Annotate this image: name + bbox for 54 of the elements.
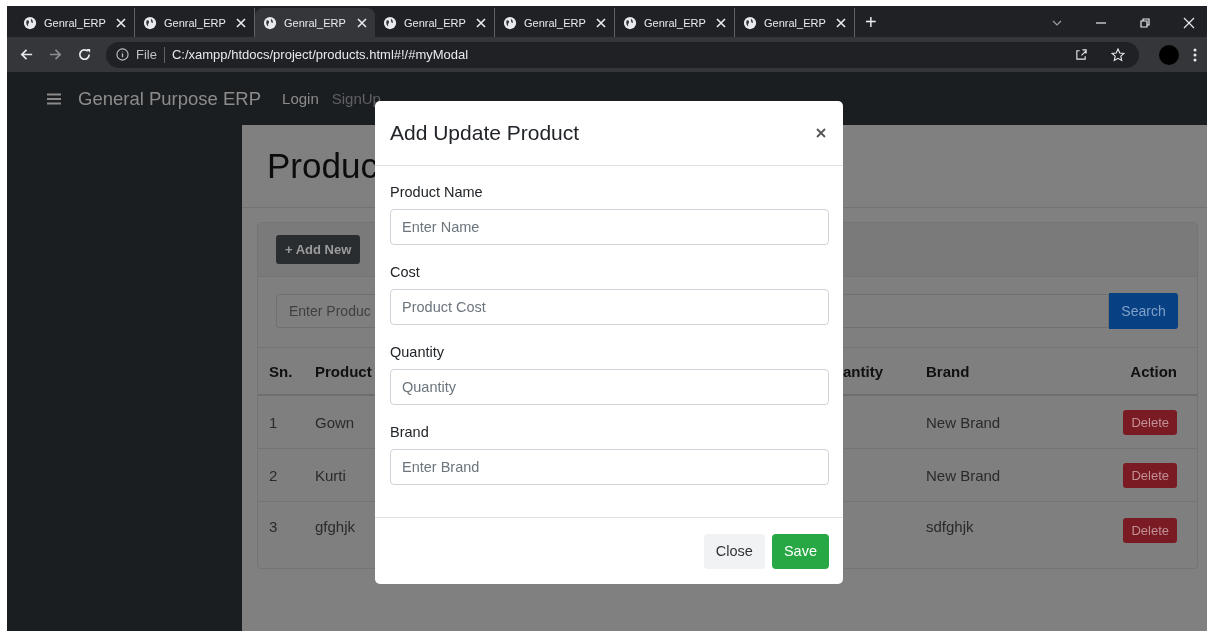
globe-icon [263, 15, 277, 30]
column-header: Sn. [269, 362, 293, 380]
table-cell: gfghjk [315, 518, 356, 535]
field-label: Brand [390, 424, 430, 440]
menu-icon[interactable] [47, 92, 61, 105]
delete-button[interactable]: Delete [1123, 409, 1177, 435]
nav-link[interactable]: Login [282, 90, 319, 107]
globe-icon [23, 15, 37, 30]
add-new-button[interactable]: + Add New [276, 235, 361, 264]
input-field[interactable]: Enter Name [390, 209, 829, 245]
menu-dots-icon[interactable] [1193, 47, 1197, 62]
table-cell: New Brand [926, 466, 1001, 484]
field-label: Quantity [390, 344, 445, 360]
field-label: Cost [390, 264, 421, 280]
globe-icon [383, 15, 397, 30]
close-button[interactable]: Close [703, 533, 765, 569]
table-cell: sdfghjk [926, 518, 974, 535]
globe-icon [503, 15, 517, 30]
modal-title: Add Update Product [390, 121, 580, 145]
star-icon[interactable] [1111, 47, 1125, 62]
scheme-label: File [136, 47, 157, 62]
browser-tab[interactable]: Genral_ERP [255, 8, 375, 37]
new-tab-button[interactable]: + [855, 8, 887, 37]
input-field[interactable]: Enter Brand [390, 449, 829, 485]
column-header: Product [315, 362, 372, 380]
table-cell: New Brand [926, 413, 1001, 431]
brand-title[interactable]: General Purpose ERP [78, 87, 262, 110]
reload-icon[interactable] [77, 47, 92, 62]
table-cell: Gown [315, 413, 355, 431]
address-bar[interactable]: File C:/xampp/htdocs/project/products.html#!/#myModal [106, 41, 1139, 68]
delete-button[interactable]: Delete [1123, 462, 1177, 488]
table-cell: 2 [269, 466, 278, 484]
column-header: Brand [926, 362, 970, 380]
globe-icon [143, 15, 157, 30]
column-header: antity [843, 362, 883, 380]
column-header: Action [1130, 362, 1177, 380]
search-button[interactable]: Search [1109, 293, 1178, 329]
table-cell: 1 [269, 413, 278, 431]
restore-icon[interactable] [1139, 16, 1151, 29]
input-field[interactable]: Quantity [390, 369, 829, 405]
url-text: C:/xampp/htdocs/project/products.html#!/#myModal [171, 47, 469, 62]
page-heading: Produc [267, 146, 378, 186]
share-icon[interactable] [1075, 48, 1088, 61]
forward-arrow-icon[interactable] [48, 47, 63, 62]
table-cell: 3 [269, 518, 278, 535]
field-label: Product Name [390, 184, 484, 200]
info-icon [116, 48, 129, 61]
delete-button[interactable]: Delete [1123, 518, 1177, 543]
back-arrow-icon[interactable] [19, 47, 34, 62]
table-cell: Kurti [315, 466, 346, 484]
globe-icon [623, 15, 637, 30]
close-icon[interactable] [816, 128, 826, 138]
input-field[interactable]: Product Cost [390, 289, 829, 325]
globe-icon [743, 15, 757, 30]
